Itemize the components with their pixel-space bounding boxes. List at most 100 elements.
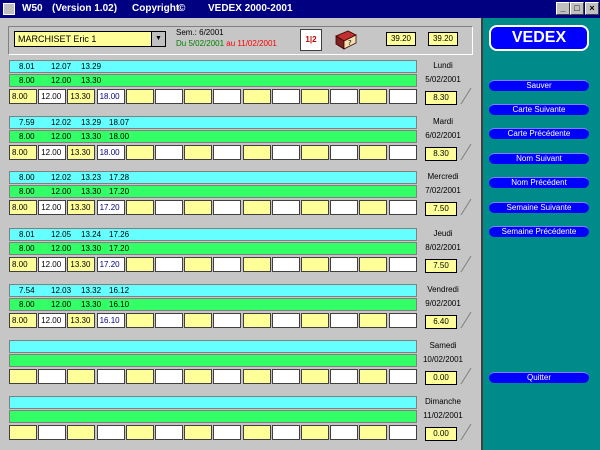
time-entry-cell[interactable] (184, 89, 213, 104)
time-entry-cell[interactable] (330, 313, 359, 328)
time-entry-cell[interactable]: 18.00 (96, 89, 125, 104)
next-card-button[interactable]: Carte Suivante (489, 104, 589, 115)
time-entry-cell[interactable]: 12.00 (38, 313, 67, 328)
time-entry-cell[interactable] (330, 369, 359, 384)
time-entry-cell[interactable] (388, 257, 417, 272)
time-entry-cell[interactable] (184, 369, 213, 384)
maximize-button[interactable]: □ (570, 2, 584, 15)
time-entry-cell[interactable] (242, 313, 271, 328)
time-entry-cell[interactable] (388, 145, 417, 160)
time-entry-cell[interactable] (271, 257, 300, 272)
time-entry-cell[interactable] (125, 313, 154, 328)
time-entry-cell[interactable] (155, 313, 183, 328)
time-entry-cell[interactable] (96, 425, 125, 440)
time-entry-cell[interactable] (388, 200, 417, 215)
time-entry-cell[interactable] (359, 257, 388, 272)
time-entry-cell[interactable] (184, 425, 213, 440)
time-entry-cell[interactable] (67, 369, 96, 384)
time-entry-cell[interactable] (242, 145, 271, 160)
time-entry-cell[interactable] (155, 89, 183, 104)
time-entry-cell[interactable] (125, 145, 154, 160)
time-entry-cell[interactable] (301, 369, 329, 384)
time-entry-cell[interactable]: 8.00 (9, 313, 37, 328)
time-entry-cell[interactable] (359, 89, 388, 104)
employee-select[interactable]: MARCHISET Eric 1 ▼ (14, 31, 166, 47)
time-entry-cell[interactable] (38, 425, 67, 440)
time-entry-cell[interactable]: 8.00 (9, 200, 37, 215)
time-entry-cell[interactable] (330, 425, 359, 440)
time-entry-cell[interactable] (9, 369, 37, 384)
time-entry-cell[interactable] (184, 200, 213, 215)
time-entry-cell[interactable]: 13.30 (67, 313, 96, 328)
time-entry-cell[interactable]: 8.00 (9, 89, 37, 104)
time-entry-cell[interactable]: 8.00 (9, 257, 37, 272)
time-entry-cell[interactable] (301, 313, 329, 328)
time-entry-cell[interactable]: 8.00 (9, 145, 37, 160)
app-icon[interactable] (3, 3, 15, 15)
previous-card-button[interactable]: Carte Précédente (489, 128, 589, 139)
time-entry-cell[interactable]: 13.30 (67, 200, 96, 215)
time-entry-cell[interactable] (242, 200, 271, 215)
quit-button[interactable]: Quitter (489, 372, 589, 383)
time-entry-cell[interactable] (125, 369, 154, 384)
time-entry-cell[interactable] (38, 369, 67, 384)
time-entry-cell[interactable] (388, 369, 417, 384)
time-entry-cell[interactable] (359, 145, 388, 160)
time-entry-cell[interactable] (330, 257, 359, 272)
time-entry-cell[interactable]: 13.30 (67, 257, 96, 272)
time-entry-cell[interactable] (96, 369, 125, 384)
time-entry-cell[interactable] (125, 257, 154, 272)
time-entry-cell[interactable] (271, 200, 300, 215)
time-entry-cell[interactable] (330, 145, 359, 160)
time-entry-cell[interactable] (155, 200, 183, 215)
time-entry-cell[interactable] (301, 425, 329, 440)
previous-week-button[interactable]: Semaine Précédente (489, 226, 589, 237)
time-entry-cell[interactable] (213, 369, 242, 384)
time-entry-cell[interactable] (242, 257, 271, 272)
time-entry-cell[interactable] (155, 257, 183, 272)
time-entry-cell[interactable] (271, 425, 300, 440)
minimize-button[interactable]: _ (556, 2, 570, 15)
time-entry-cell[interactable] (359, 313, 388, 328)
time-entry-cell[interactable]: 12.00 (38, 145, 67, 160)
time-entry-cell[interactable] (301, 89, 329, 104)
time-entry-cell[interactable]: 17.20 (96, 200, 125, 215)
time-entry-cell[interactable] (388, 425, 417, 440)
time-entry-cell[interactable] (213, 145, 242, 160)
time-entry-cell[interactable] (242, 89, 271, 104)
next-name-button[interactable]: Nom Suivant (489, 153, 589, 164)
time-entry-cell[interactable] (271, 145, 300, 160)
next-week-button[interactable]: Semaine Suivante (489, 202, 589, 213)
help-book-icon[interactable]: ? (333, 28, 359, 52)
time-entry-cell[interactable] (155, 425, 183, 440)
time-entry-cell[interactable] (213, 89, 242, 104)
time-entry-cell[interactable] (213, 257, 242, 272)
time-entry-cell[interactable] (155, 369, 183, 384)
time-entry-cell[interactable] (242, 425, 271, 440)
previous-name-button[interactable]: Nom Précédent (489, 177, 589, 188)
time-entry-cell[interactable] (301, 145, 329, 160)
time-entry-cell[interactable] (359, 425, 388, 440)
close-button[interactable]: × (585, 2, 599, 15)
time-entry-cell[interactable]: 12.00 (38, 257, 67, 272)
time-entry-cell[interactable] (125, 200, 154, 215)
time-entry-cell[interactable] (125, 425, 154, 440)
time-entry-cell[interactable] (388, 89, 417, 104)
time-entry-cell[interactable] (184, 313, 213, 328)
time-entry-cell[interactable] (271, 369, 300, 384)
time-entry-cell[interactable] (125, 89, 154, 104)
time-entry-cell[interactable]: 13.30 (67, 145, 96, 160)
time-entry-cell[interactable] (242, 369, 271, 384)
save-button[interactable]: Sauver (489, 80, 589, 91)
time-entry-cell[interactable] (330, 200, 359, 215)
time-entry-cell[interactable] (330, 89, 359, 104)
time-entry-cell[interactable]: 13.30 (67, 89, 96, 104)
time-entry-cell[interactable] (184, 145, 213, 160)
time-entry-cell[interactable] (271, 313, 300, 328)
time-entry-cell[interactable] (301, 257, 329, 272)
chevron-down-icon[interactable]: ▼ (151, 32, 165, 46)
time-entry-cell[interactable] (388, 313, 417, 328)
calendar-icon[interactable]: 1|2 (300, 29, 322, 51)
time-entry-cell[interactable] (9, 425, 37, 440)
time-entry-cell[interactable] (213, 425, 242, 440)
